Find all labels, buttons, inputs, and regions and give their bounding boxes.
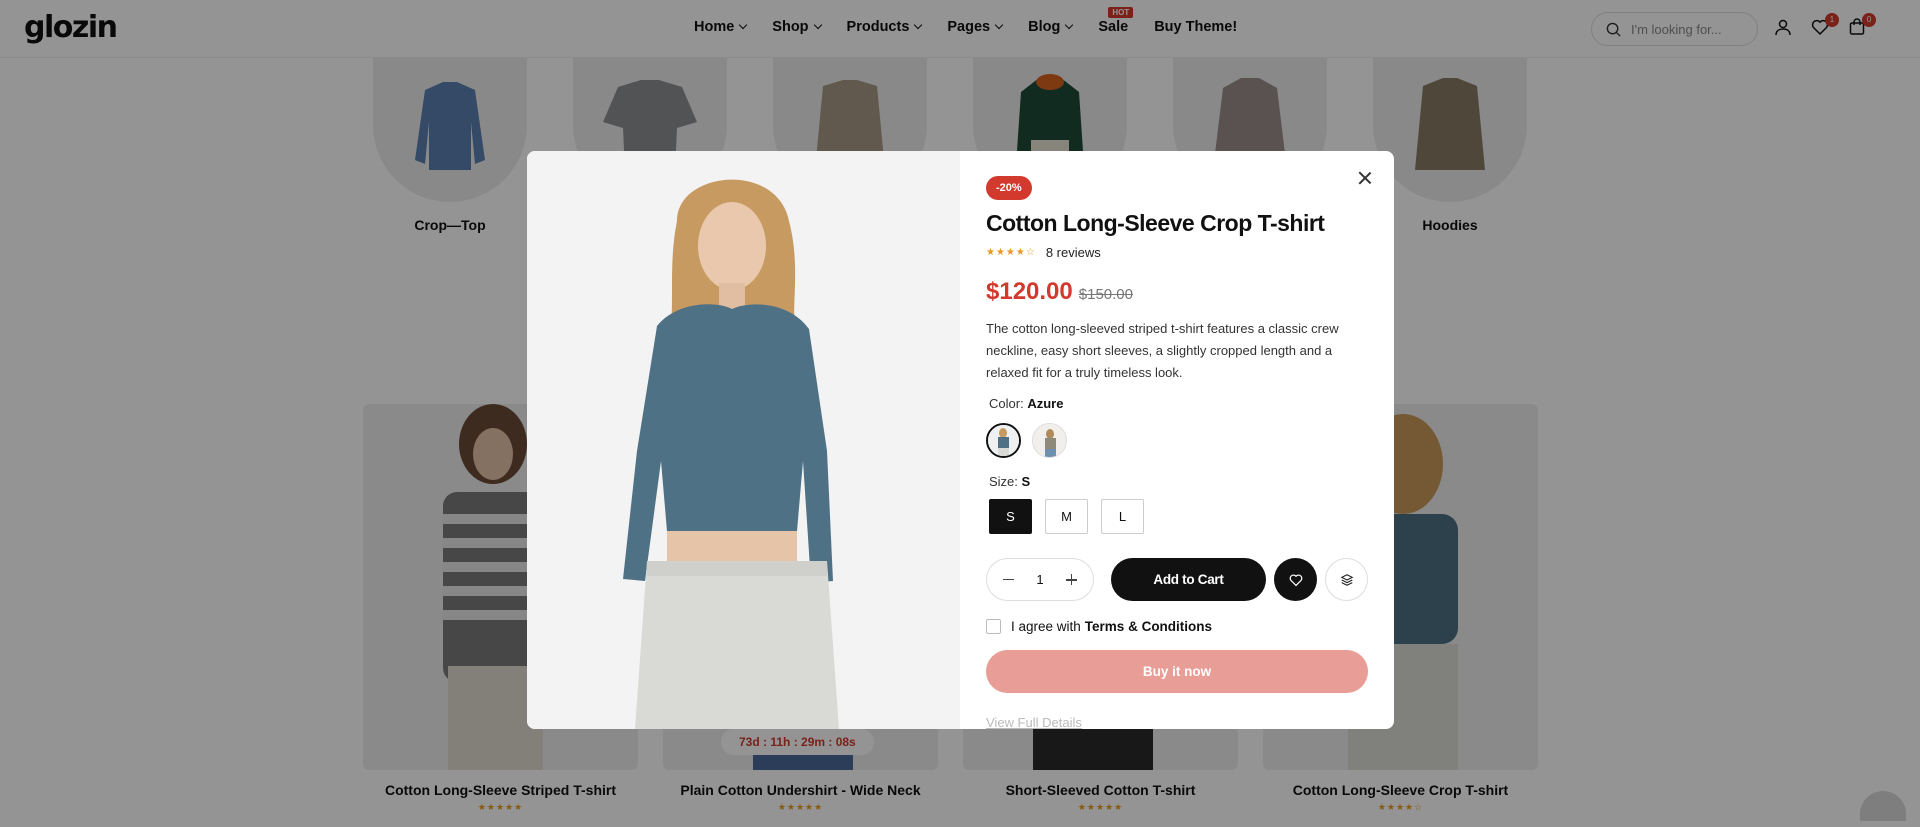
color-swatches bbox=[986, 423, 1368, 458]
original-price: $150.00 bbox=[1078, 286, 1133, 303]
plus-icon[interactable] bbox=[1065, 574, 1077, 585]
terms-agreement: I agree with Terms & Conditions bbox=[986, 619, 1368, 634]
rating-stars: ★★★★☆ bbox=[986, 247, 1036, 258]
color-swatch-azure[interactable] bbox=[986, 423, 1021, 458]
quantity-value[interactable]: 1 bbox=[1036, 572, 1043, 587]
add-to-cart-button[interactable]: Add to Cart bbox=[1111, 558, 1266, 601]
product-title: Cotton Long-Sleeve Crop T-shirt bbox=[986, 210, 1325, 236]
wishlist-button[interactable] bbox=[1274, 558, 1317, 601]
color-label: Color: bbox=[989, 396, 1024, 411]
minus-icon[interactable] bbox=[1003, 578, 1014, 581]
heart-icon bbox=[1289, 573, 1302, 586]
terms-link[interactable]: Terms & Conditions bbox=[1085, 619, 1212, 634]
layers-icon bbox=[1340, 573, 1353, 586]
size-option-m[interactable]: M bbox=[1045, 499, 1088, 534]
size-value: S bbox=[1021, 474, 1031, 489]
close-icon[interactable] bbox=[1354, 167, 1376, 189]
size-options: S M L bbox=[986, 499, 1368, 534]
size-option-s[interactable]: S bbox=[989, 499, 1032, 534]
price-row: $120.00 $150.00 bbox=[986, 278, 1368, 306]
purchase-actions: 1 Add to Cart bbox=[986, 558, 1368, 601]
product-description: The cotton long-sleeved striped t-shirt … bbox=[986, 321, 1339, 380]
size-option-label: Size: S bbox=[986, 474, 1368, 489]
agree-text: I agree with bbox=[1011, 619, 1081, 634]
reviews-link[interactable]: 8 reviews bbox=[1046, 245, 1101, 260]
product-rating: ★★★★☆ 8 reviews bbox=[986, 245, 1368, 260]
size-label: Size: bbox=[989, 474, 1018, 489]
compare-button[interactable] bbox=[1325, 558, 1368, 601]
discount-badge: -20% bbox=[986, 176, 1032, 200]
terms-checkbox[interactable] bbox=[986, 619, 1001, 634]
color-swatch-alt[interactable] bbox=[1032, 423, 1067, 458]
size-option-l[interactable]: L bbox=[1101, 499, 1144, 534]
color-value: Azure bbox=[1027, 396, 1064, 411]
product-main-image bbox=[527, 151, 960, 729]
buy-now-button[interactable]: Buy it now bbox=[986, 650, 1368, 693]
quantity-stepper: 1 bbox=[986, 558, 1094, 601]
color-option-label: Color: Azure bbox=[986, 396, 1368, 411]
sale-price: $120.00 bbox=[986, 278, 1073, 305]
product-info-panel: -20% Cotton Long-Sleeve Crop T-shirt ★★★… bbox=[960, 151, 1394, 729]
quick-view-modal: -20% Cotton Long-Sleeve Crop T-shirt ★★★… bbox=[527, 151, 1394, 729]
view-full-details-link[interactable]: View Full Details bbox=[986, 715, 1368, 729]
